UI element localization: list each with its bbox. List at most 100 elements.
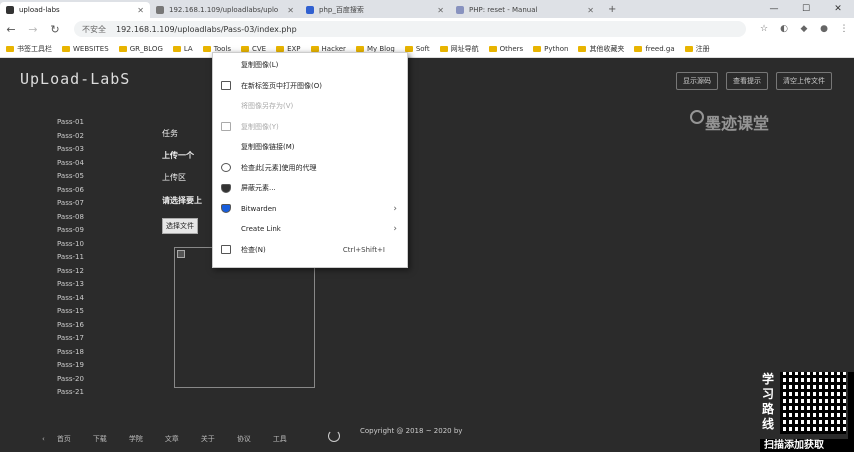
profile-icon[interactable]: ●: [814, 24, 834, 34]
reload-icon[interactable]: ↻: [44, 23, 66, 36]
bookmark-item[interactable]: freed.ga: [634, 45, 675, 53]
new-tab-button[interactable]: +: [600, 2, 624, 18]
copy-icon: [221, 122, 231, 132]
star-icon[interactable]: ☆: [754, 24, 774, 34]
pass-link[interactable]: Pass-15: [57, 305, 84, 319]
tab-title: upload-labs: [19, 6, 60, 14]
pass-link[interactable]: Pass-20: [57, 373, 84, 387]
footer-link[interactable]: 文章: [165, 434, 179, 444]
prev-icon[interactable]: ‹: [42, 435, 45, 443]
bookmark-item[interactable]: GR_BLOG: [118, 45, 163, 53]
pass-link[interactable]: Pass-02: [57, 130, 84, 144]
tab-favicon-icon: [156, 6, 164, 14]
pass-link[interactable]: Pass-12: [57, 265, 84, 279]
pass-link[interactable]: Pass-11: [57, 251, 84, 265]
choose-file-button[interactable]: 选择文件: [162, 218, 198, 234]
bookmark-item[interactable]: Soft: [404, 45, 430, 53]
blank-icon: [221, 143, 231, 152]
watermark-text: 墨迹课堂: [705, 114, 770, 133]
back-icon[interactable]: ←: [0, 23, 22, 36]
extension-icon[interactable]: ◐: [774, 24, 794, 34]
footer-link[interactable]: 关于: [201, 434, 215, 444]
menu-item-copy-image[interactable]: 复制图像(L): [213, 55, 407, 76]
pass-link[interactable]: Pass-10: [57, 238, 84, 252]
shield-icon: [221, 204, 231, 214]
footer-link[interactable]: 学院: [129, 434, 143, 444]
menu-icon[interactable]: ⋮: [834, 24, 854, 34]
pass-list: Pass-01 Pass-02 Pass-03 Pass-04 Pass-05 …: [57, 116, 84, 400]
maximize-icon[interactable]: ☐: [790, 0, 822, 18]
address-bar[interactable]: 不安全 192.168.1.109/uploadlabs/Pass-03/ind…: [74, 21, 746, 37]
footer-link[interactable]: 下载: [93, 434, 107, 444]
pass-link[interactable]: Pass-06: [57, 184, 84, 198]
image-preview[interactable]: [174, 247, 315, 388]
menu-item-label: 复制图像(L): [241, 61, 279, 70]
bookmark-item[interactable]: Python: [533, 45, 568, 53]
chevron-right-icon: ›: [393, 203, 397, 214]
close-tab-icon[interactable]: ✕: [137, 6, 144, 15]
pass-link[interactable]: Pass-18: [57, 346, 84, 360]
menu-item-bitwarden[interactable]: Bitwarden ›: [213, 199, 407, 220]
site-logo[interactable]: UpLoad-LabS: [20, 70, 130, 88]
bookmark-item[interactable]: 书签工具栏: [6, 44, 52, 54]
menu-item-create-link[interactable]: Create Link ›: [213, 219, 407, 240]
tab-uploadlabs-url[interactable]: 192.168.1.109/uploadlabs/uplo ✕: [150, 2, 300, 18]
pass-link[interactable]: Pass-09: [57, 224, 84, 238]
pass-link[interactable]: Pass-03: [57, 143, 84, 157]
shield-icon[interactable]: ◆: [794, 24, 814, 34]
task-title: 任务: [162, 129, 178, 138]
pass-link[interactable]: Pass-21: [57, 386, 84, 400]
menu-item-inspect[interactable]: 检查(N) Ctrl+Shift+I: [213, 240, 407, 261]
menu-item-block-element[interactable]: 屏蔽元素...: [213, 178, 407, 199]
footer-link[interactable]: 协议: [237, 434, 251, 444]
pass-link[interactable]: Pass-19: [57, 359, 84, 373]
forward-icon[interactable]: →: [22, 23, 44, 36]
pass-link[interactable]: Pass-08: [57, 211, 84, 225]
menu-item-label: 复制图像链接(M): [241, 143, 295, 152]
bookmark-item[interactable]: LA: [172, 45, 193, 53]
menu-item-open-image-new-tab[interactable]: 在新标签页中打开图像(O): [213, 76, 407, 97]
tab-upload-labs[interactable]: upload-labs ✕: [0, 2, 150, 18]
menu-item-check-proxy[interactable]: 检查此[元素]使用的代理: [213, 158, 407, 179]
folder-icon: [6, 45, 14, 52]
folder-icon: [439, 45, 448, 52]
folder-icon: [240, 45, 249, 52]
bookmark-item[interactable]: Others: [488, 44, 524, 53]
upload-area-title: 上传区: [162, 173, 186, 182]
not-secure-label[interactable]: 不安全: [82, 24, 106, 35]
folder-icon: [276, 45, 285, 52]
minimize-icon[interactable]: —: [758, 0, 790, 18]
pass-link[interactable]: Pass-04: [57, 157, 84, 171]
pass-link[interactable]: Pass-14: [57, 292, 84, 306]
close-tab-icon[interactable]: ✕: [437, 6, 444, 15]
folder-icon: [684, 45, 693, 52]
pass-link[interactable]: Pass-13: [57, 278, 84, 292]
bookmark-item[interactable]: 网址导航: [439, 44, 479, 54]
close-window-icon[interactable]: ✕: [822, 0, 854, 18]
close-tab-icon[interactable]: ✕: [287, 6, 294, 15]
pass-link[interactable]: Pass-01: [57, 116, 84, 130]
bookmark-item[interactable]: WEBSITES: [62, 45, 109, 53]
pass-link[interactable]: Pass-07: [57, 197, 84, 211]
power-icon[interactable]: [328, 430, 340, 442]
clear-uploads-button[interactable]: 清空上传文件: [776, 72, 832, 90]
pass-link[interactable]: Pass-17: [57, 332, 84, 346]
menu-item-copy-image-disabled[interactable]: 复制图像(Y): [213, 117, 407, 138]
show-source-button[interactable]: 显示源码: [676, 72, 718, 90]
tab-baidu-php[interactable]: php_百度搜索 ✕: [300, 2, 450, 18]
pass-link[interactable]: Pass-05: [57, 170, 84, 184]
bookmark-item[interactable]: 注册: [684, 44, 710, 54]
menu-item-label: 将图像另存为(V): [241, 102, 294, 111]
menu-item-save-image-as[interactable]: 将图像另存为(V): [213, 96, 407, 117]
footer-link[interactable]: 工具: [273, 434, 287, 444]
bookmark-label: Others: [499, 44, 524, 53]
menu-item-label: 在新标签页中打开图像(O): [241, 81, 322, 90]
menu-item-copy-image-link[interactable]: 复制图像链接(M): [213, 137, 407, 158]
footer-link[interactable]: 首页: [57, 434, 71, 444]
close-tab-icon[interactable]: ✕: [587, 6, 594, 15]
show-hint-button[interactable]: 查看提示: [726, 72, 768, 90]
blank-icon: [221, 225, 231, 234]
bookmark-item[interactable]: 其他收藏夹: [578, 44, 624, 54]
pass-link[interactable]: Pass-16: [57, 319, 84, 333]
tab-php-manual[interactable]: PHP: reset - Manual ✕: [450, 2, 600, 18]
